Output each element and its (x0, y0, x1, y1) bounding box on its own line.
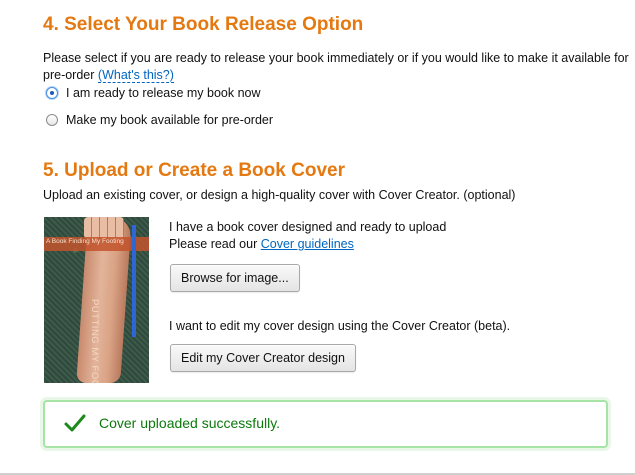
cover-strip-text: A Book Finding My Footing (46, 238, 124, 245)
cover-vertical-title: PUTTING MY FOOT DOWN (89, 299, 100, 383)
cover-toes-image (84, 217, 124, 239)
release-now-radio[interactable] (46, 87, 58, 99)
release-now-option[interactable]: I am ready to release my book now (46, 86, 261, 100)
preorder-radio[interactable] (46, 114, 58, 126)
cover-creator-text: I want to edit my cover design using the… (169, 319, 511, 333)
whats-this-link[interactable]: (What's this?) (97, 68, 174, 83)
preorder-option[interactable]: Make my book available for pre-order (46, 113, 273, 127)
guidelines-line: Please read our Cover guidelines (169, 236, 354, 252)
browse-image-button[interactable]: Browse for image... (170, 264, 300, 292)
upload-text: I have a book cover designed and ready t… (169, 220, 447, 234)
cover-guidelines-link[interactable]: Cover guidelines (261, 237, 354, 251)
preorder-label[interactable]: Make my book available for pre-order (66, 113, 273, 127)
release-section-title: 4. Select Your Book Release Option (43, 14, 364, 35)
upload-success-alert: Cover uploaded successfully. (43, 400, 608, 448)
release-description-line1: Please select if you are ready to releas… (43, 51, 629, 65)
cover-spine-accent (132, 225, 136, 337)
cover-thumbnail: A Book Finding My Footing PUTTING MY FOO… (44, 217, 149, 383)
cover-section-title: 5. Upload or Create a Book Cover (43, 160, 345, 181)
release-description-prefix: pre-order (43, 68, 95, 82)
release-description-line2: pre-order (What's this?) (43, 67, 174, 83)
release-now-label[interactable]: I am ready to release my book now (66, 86, 261, 100)
edit-cover-creator-button[interactable]: Edit my Cover Creator design (170, 344, 356, 372)
guidelines-prefix: Please read our (169, 237, 258, 251)
alert-message: Cover uploaded successfully. (99, 415, 281, 431)
cover-description: Upload an existing cover, or design a hi… (43, 188, 516, 202)
checkmark-icon (64, 414, 86, 432)
